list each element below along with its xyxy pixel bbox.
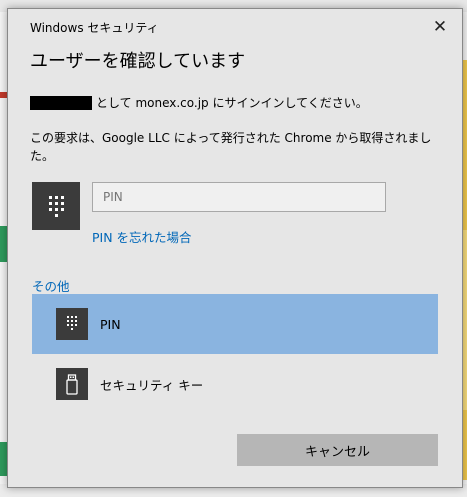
- redacted-account: [30, 95, 92, 110]
- signin-text: として monex.co.jp にサインインしてください。: [96, 96, 368, 110]
- option-pin-label: PIN: [100, 316, 121, 332]
- request-description: この要求は、Google LLC によって発行された Chrome から取得され…: [30, 131, 432, 163]
- option-pin[interactable]: PIN: [32, 294, 438, 354]
- option-security-key[interactable]: セキュリティ キー: [32, 354, 438, 414]
- keypad-icon: [56, 308, 88, 340]
- security-dialog: Windows セキュリティ ✕ ユーザーを確認しています として monex.…: [7, 8, 463, 488]
- cancel-button[interactable]: キャンセル: [237, 434, 438, 466]
- other-options-label: その他: [32, 279, 70, 294]
- usb-key-icon: [56, 368, 88, 400]
- option-security-key-label: セキュリティ キー: [100, 377, 204, 393]
- close-icon: ✕: [432, 17, 448, 37]
- window-title: Windows セキュリティ: [30, 21, 159, 35]
- signin-line: として monex.co.jp にサインインしてください。: [30, 94, 368, 111]
- keypad-icon: [32, 182, 80, 230]
- forgot-pin-link[interactable]: PIN を忘れた場合: [92, 227, 192, 246]
- close-button[interactable]: ✕: [426, 15, 454, 39]
- pin-input[interactable]: [92, 182, 386, 212]
- dialog-heading: ユーザーを確認しています: [30, 51, 246, 72]
